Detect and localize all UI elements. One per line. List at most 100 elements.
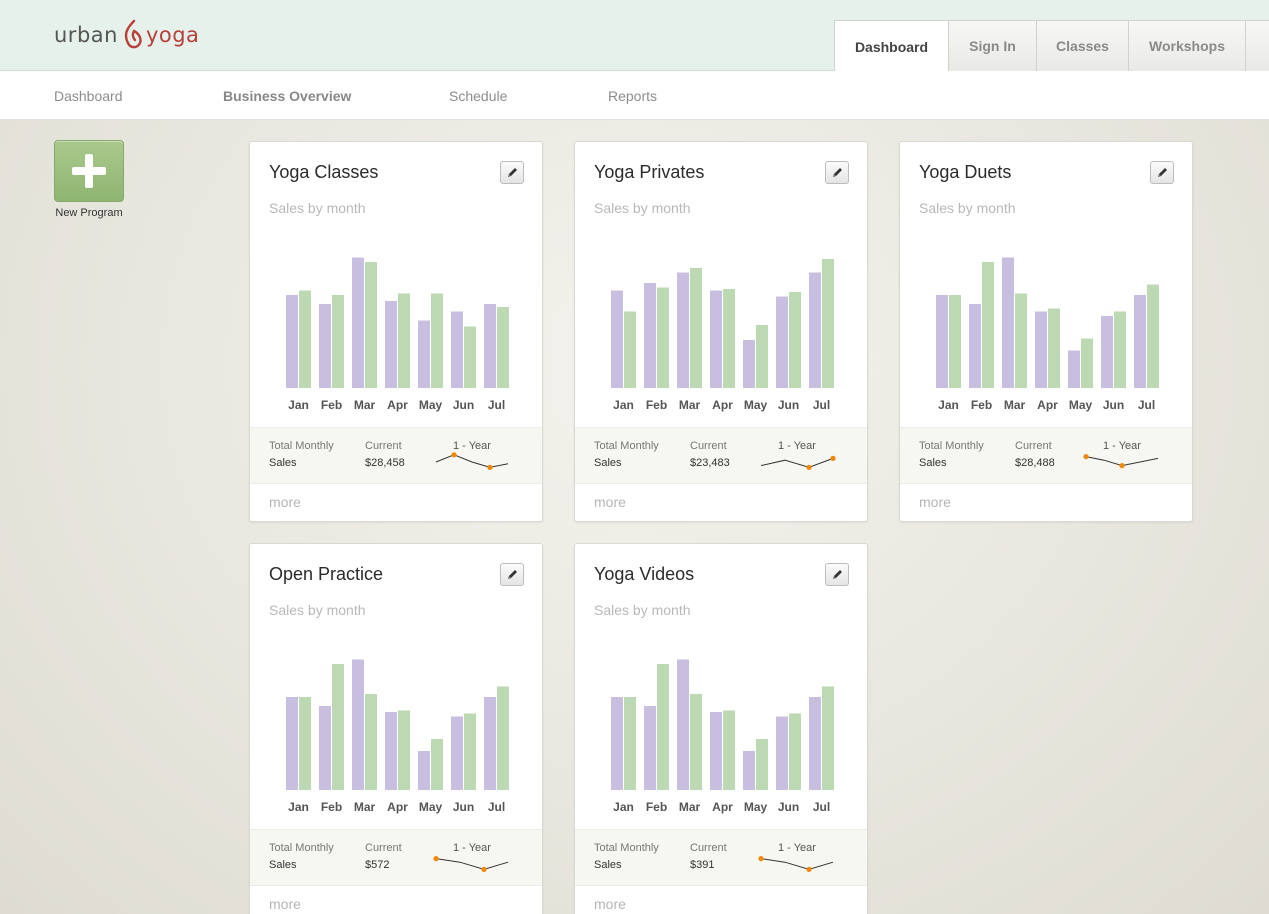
chart-bar [809, 272, 821, 388]
edit-button[interactable] [825, 161, 849, 184]
chart-bar [644, 706, 656, 790]
tab-workshops[interactable]: Workshops [1128, 20, 1246, 71]
sparkline-point [830, 455, 836, 461]
chart-bar [624, 311, 636, 388]
flame-icon [124, 19, 142, 49]
pencil-icon [832, 168, 842, 177]
chart-bar [484, 304, 496, 388]
chart-bar [1035, 311, 1047, 388]
program-card: Yoga Privates Sales by month Jan Feb Mar Apr M… [574, 141, 868, 522]
x-tick-label: May [419, 398, 443, 412]
program-card: Yoga Duets Sales by month Jan Feb Mar Apr May J… [899, 141, 1193, 522]
tab-sign-in[interactable]: Sign In [948, 20, 1037, 71]
new-program-button[interactable] [54, 140, 124, 202]
logo[interactable]: urban yoga [54, 17, 199, 53]
chart-bar [352, 257, 364, 388]
chart-bar [497, 307, 509, 388]
chart-bar [418, 320, 430, 388]
sales-label: Sales [594, 457, 622, 469]
chart-bar [690, 694, 702, 790]
x-tick-label: Mar [679, 398, 701, 412]
chart-bar [497, 686, 509, 790]
sparkline-point [758, 856, 764, 862]
pencil-icon [507, 570, 517, 579]
more-link[interactable]: more [594, 494, 626, 510]
current-label: Current [1015, 440, 1052, 452]
stats-row: Total Monthly Sales Current $23,483 1 - Year [575, 427, 867, 484]
sparkline-line [435, 858, 509, 870]
card-title: Yoga Classes [269, 162, 379, 182]
chart-bar [657, 664, 669, 790]
chart-bar [776, 716, 788, 790]
current-label: Current [690, 440, 727, 452]
chart-bar [464, 326, 476, 388]
tab-dashboard[interactable]: Dashboard [834, 20, 949, 72]
chart-bar [385, 301, 397, 388]
sparkline-point [433, 856, 439, 862]
sparkline-point [1119, 463, 1125, 469]
subnav-reports[interactable]: Reports [608, 88, 657, 104]
chart-bar [464, 713, 476, 790]
chart-bar [319, 706, 331, 790]
chart-bar [332, 664, 344, 790]
chart-bar [822, 259, 834, 388]
card-subtitle: Sales by month [594, 200, 691, 216]
edit-button[interactable] [500, 563, 524, 586]
chart-bar [969, 304, 981, 388]
current-value: $391 [690, 859, 715, 871]
subnav-dashboard[interactable]: Dashboard [54, 88, 123, 104]
x-tick-label: Jan [288, 398, 309, 412]
more-link[interactable]: more [919, 494, 951, 510]
chart-bar [1068, 350, 1080, 388]
edit-button[interactable] [825, 563, 849, 586]
chart-bar [418, 751, 430, 790]
chart-bar [352, 659, 364, 790]
chart-bar [982, 262, 994, 388]
more-link[interactable]: more [594, 896, 626, 912]
x-tick-label: Jan [938, 398, 959, 412]
sub-navigation: Dashboard Business Overview Schedule Rep… [0, 71, 1269, 120]
chart-bar [822, 686, 834, 790]
total-monthly-label: Total Monthly [594, 842, 659, 854]
top-bar: urban yoga Dashboard Sign In Classes Wor… [0, 0, 1269, 72]
current-value: $28,458 [365, 457, 405, 469]
card-subtitle: Sales by month [269, 602, 366, 618]
subnav-business-overview[interactable]: Business Overview [223, 88, 351, 104]
chart-bar [809, 697, 821, 790]
card-subtitle: Sales by month [919, 200, 1016, 216]
chart-bar [677, 659, 689, 790]
sparkline-line [435, 454, 509, 468]
tab-classes[interactable]: Classes [1036, 20, 1129, 71]
subnav-schedule[interactable]: Schedule [449, 88, 507, 104]
chart-bar [1147, 284, 1159, 388]
more-link[interactable]: more [269, 494, 301, 510]
sparkline-point [806, 866, 812, 872]
program-card: Yoga Videos Sales by month Jan Feb Mar Apr May… [574, 543, 868, 914]
x-tick-label: Apr [712, 800, 733, 814]
x-tick-label: May [1069, 398, 1093, 412]
more-link[interactable]: more [269, 896, 301, 912]
current-value: $28,488 [1015, 457, 1055, 469]
sparkline-point [451, 452, 457, 458]
edit-button[interactable] [500, 161, 524, 184]
total-monthly-label: Total Monthly [594, 440, 659, 452]
x-tick-label: Jun [1103, 398, 1124, 412]
x-tick-label: Jan [613, 398, 634, 412]
total-monthly-label: Total Monthly [919, 440, 984, 452]
x-tick-label: Jul [488, 398, 505, 412]
current-value: $572 [365, 859, 390, 871]
x-tick-label: Apr [387, 398, 408, 412]
x-tick-label: Jun [778, 398, 799, 412]
x-tick-label: Jun [453, 398, 474, 412]
chart-bar [723, 710, 735, 790]
edit-button[interactable] [1150, 161, 1174, 184]
chart-bar [657, 287, 669, 388]
sales-bar-chart: Jan Feb Mar Apr May Jun Jul [936, 257, 1159, 412]
stats-row: Total Monthly Sales Current $572 1 - Year [250, 829, 542, 886]
tab-overflow[interactable] [1245, 20, 1269, 71]
chart-bar [299, 697, 311, 790]
chart-bar [431, 293, 443, 388]
chart-bar [677, 272, 689, 388]
chart-bar [286, 295, 298, 388]
chart-bar [286, 697, 298, 790]
